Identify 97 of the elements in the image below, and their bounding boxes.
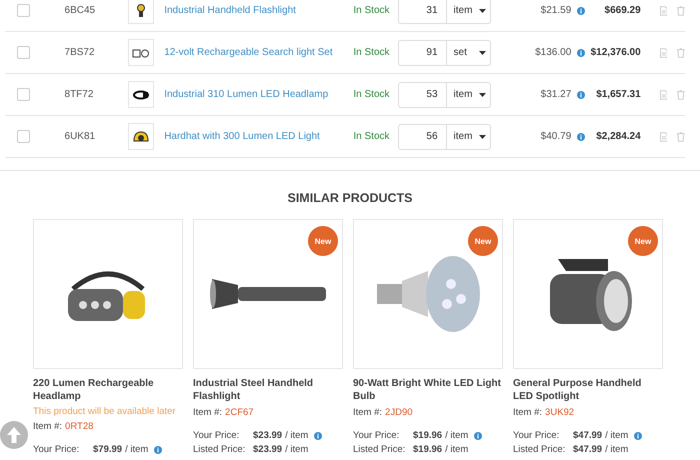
item-number: 2JD90	[385, 407, 413, 418]
price-label: Your Price:	[513, 430, 560, 441]
price-value: $47.99	[573, 444, 602, 455]
new-badge: New	[630, 228, 656, 254]
caret-icon	[479, 8, 486, 12]
unit-price: $136.00	[534, 47, 572, 58]
row-checkbox[interactable]	[17, 88, 30, 101]
price-label: Listed Price:	[193, 444, 246, 455]
caret-icon	[479, 92, 486, 96]
price-unit: / item	[285, 444, 308, 455]
line-total: $669.29	[604, 5, 641, 16]
product-image-frame[interactable]	[33, 219, 183, 369]
item-code: 6UK81	[64, 131, 96, 142]
flashlight-icon	[136, 4, 146, 18]
trash-icon[interactable]	[677, 90, 685, 100]
quantity-field[interactable]: 31	[398, 0, 447, 24]
item-number: 3UK92	[545, 407, 574, 418]
new-badge: New	[470, 228, 496, 254]
unit-select[interactable]: item	[446, 124, 491, 150]
stock-status: In Stock	[353, 89, 391, 100]
item-code: 7BS72	[64, 47, 96, 58]
scroll-top-button[interactable]	[0, 421, 28, 449]
price-label: Your Price:	[33, 444, 80, 455]
product-title[interactable]: 90-Watt Bright White LED Light Bulb	[353, 377, 503, 403]
unit-price: $40.79	[540, 131, 572, 142]
info-icon[interactable]	[154, 446, 162, 454]
availability-note: This product will be available later	[33, 406, 177, 417]
price-unit: / item	[125, 444, 148, 455]
quantity-field[interactable]: 91	[398, 40, 447, 66]
headlamp-icon	[133, 90, 150, 100]
stock-status: In Stock	[353, 47, 391, 58]
stock-status: In Stock	[353, 5, 391, 16]
item-number-label: Item #:	[513, 407, 542, 418]
line-total: $12,376.00	[590, 47, 641, 58]
info-icon[interactable]	[634, 432, 642, 440]
info-icon[interactable]	[314, 432, 322, 440]
hardhat-icon	[133, 130, 150, 144]
document-icon[interactable]	[660, 132, 668, 142]
quantity-field[interactable]: 53	[398, 82, 447, 108]
row-checkbox[interactable]	[17, 4, 30, 17]
section-heading: SIMILAR PRODUCTS	[0, 170, 700, 205]
info-icon[interactable]	[577, 132, 586, 140]
quantity-field[interactable]: 56	[398, 124, 447, 150]
price-value: $23.99	[253, 430, 282, 441]
price-label: Your Price:	[193, 430, 240, 441]
lamps-icon	[132, 48, 150, 58]
up-arrow-icon	[6, 426, 22, 444]
info-icon[interactable]	[577, 48, 586, 56]
price-value: $47.99	[573, 430, 602, 441]
product-title[interactable]: 220 Lumen Rechargeable Headlamp	[33, 377, 183, 403]
product-link[interactable]: 12-volt Rechargeable Search light Set	[164, 47, 354, 58]
trash-icon[interactable]	[677, 6, 685, 16]
price-unit: / item	[605, 430, 628, 441]
document-icon[interactable]	[660, 6, 668, 16]
new-badge: New	[310, 228, 336, 254]
price-label: Listed Price:	[353, 444, 406, 455]
price-value: $23.99	[253, 444, 282, 455]
row-checkbox[interactable]	[17, 46, 30, 59]
product-link[interactable]: Industrial 310 Lumen LED Headlamp	[164, 89, 354, 100]
unit-price: $31.27	[540, 89, 572, 100]
item-code: 8TF72	[64, 89, 94, 100]
price-label: Listed Price:	[513, 444, 566, 455]
unit-select[interactable]: item	[446, 0, 491, 24]
line-total: $2,284.24	[595, 131, 641, 142]
caret-icon	[479, 134, 486, 138]
trash-icon[interactable]	[677, 132, 685, 142]
info-icon[interactable]	[577, 90, 586, 98]
row-checkbox[interactable]	[17, 130, 30, 143]
unit-select[interactable]: set	[446, 40, 491, 66]
product-link[interactable]: Hardhat with 300 Lumen LED Light	[164, 131, 354, 142]
product-link[interactable]: Industrial Handheld Flashlight	[164, 5, 354, 16]
info-icon[interactable]	[474, 432, 482, 440]
document-icon[interactable]	[660, 48, 668, 58]
price-value: $19.96	[413, 444, 442, 455]
item-number: 2CF67	[225, 407, 254, 418]
trash-icon[interactable]	[677, 48, 685, 58]
price-value: $19.96	[413, 430, 442, 441]
line-total: $1,657.31	[595, 89, 641, 100]
item-number: 0RT28	[65, 421, 94, 432]
item-number-label: Item #:	[33, 421, 62, 432]
price-unit: / item	[445, 444, 468, 455]
price-unit: / item	[445, 430, 468, 441]
unit-price: $21.59	[540, 5, 572, 16]
price-value: $79.99	[93, 444, 122, 455]
product-title[interactable]: Industrial Steel Handheld Flashlight	[193, 377, 343, 403]
info-icon[interactable]	[577, 6, 586, 14]
price-unit: / item	[285, 430, 308, 441]
price-label: Your Price:	[353, 430, 400, 441]
document-icon[interactable]	[660, 90, 668, 100]
caret-icon	[479, 50, 486, 54]
item-number-label: Item #:	[193, 407, 222, 418]
product-title[interactable]: General Purpose Handheld LED Spotlight	[513, 377, 663, 403]
item-number-label: Item #:	[353, 407, 382, 418]
unit-select[interactable]: item	[446, 82, 491, 108]
price-unit: / item	[605, 444, 628, 455]
stock-status: In Stock	[353, 131, 391, 142]
item-code: 6BC45	[64, 5, 96, 16]
